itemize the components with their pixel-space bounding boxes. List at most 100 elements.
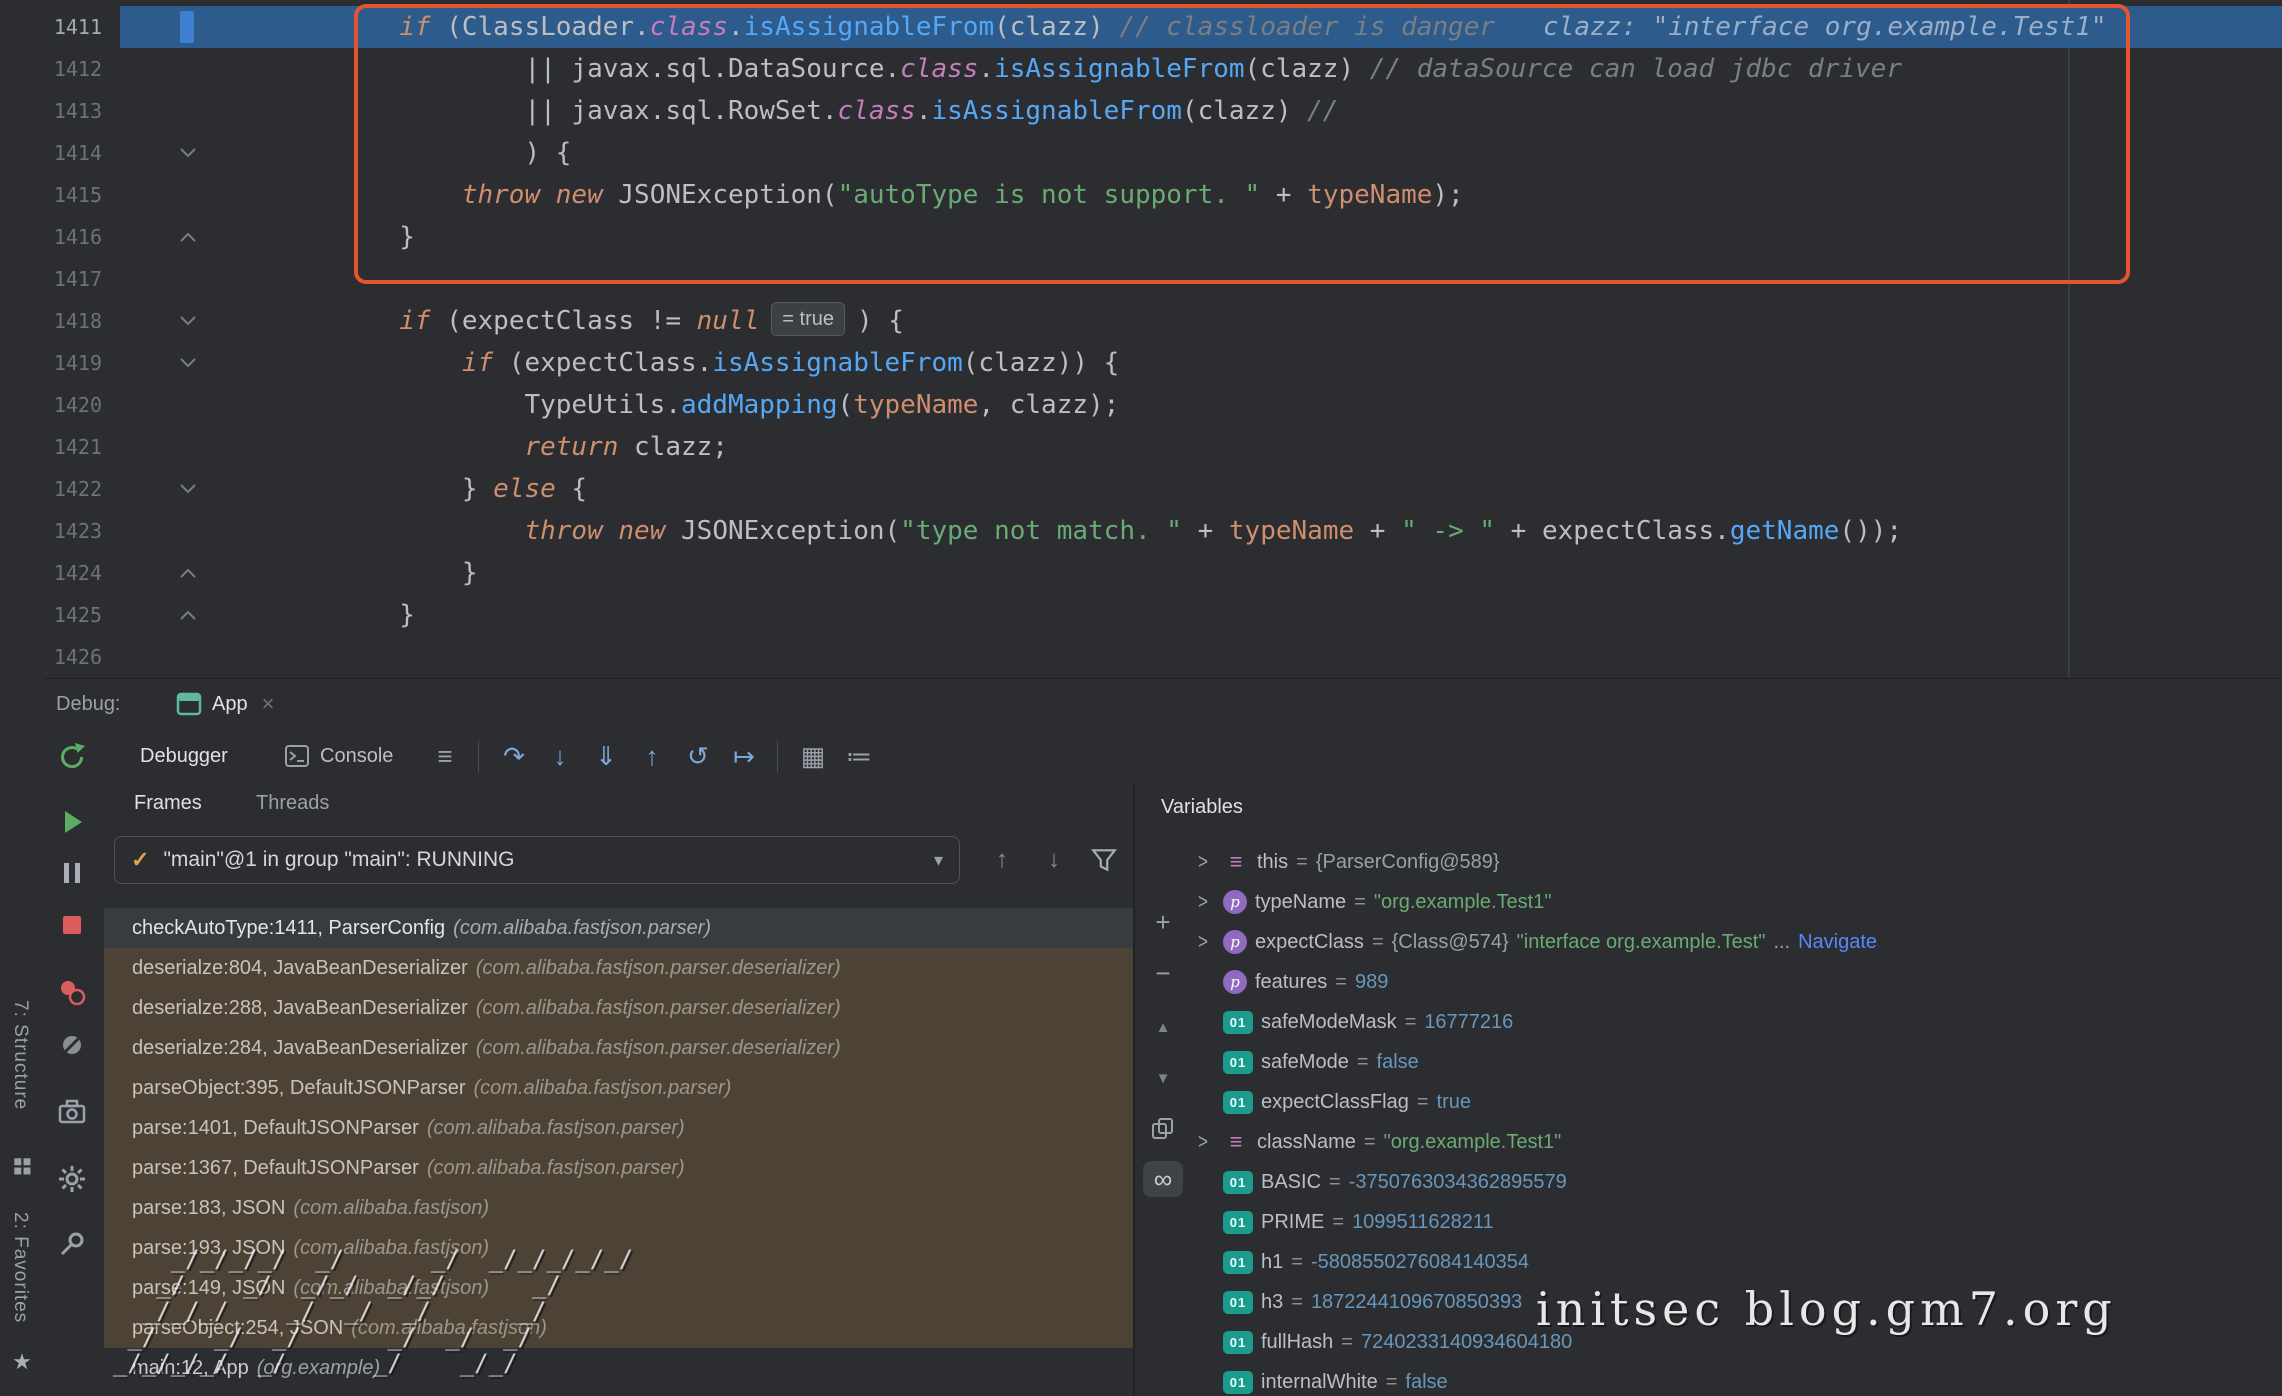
frame-row[interactable]: parse:1367, DefaultJSONParser(com.alibab… [104,1148,1133,1188]
expand-chevron-icon[interactable]: > [1191,1130,1215,1155]
variable-value: 16777216 [1424,1011,1513,1034]
sidebar-item-favorites[interactable]: 2: Favorites [9,1212,31,1323]
sidebar-item-structure[interactable]: 7: Structure [9,1000,31,1110]
frame-row[interactable]: main:12, App(org.example) [104,1348,1133,1388]
frame-row[interactable]: deserialze:804, JavaBeanDeserializer(com… [104,948,1133,988]
fold-up-icon[interactable] [166,552,210,594]
expand-chevron-icon[interactable]: > [1191,890,1215,915]
watches-toggle-icon[interactable]: ∞ [1143,1161,1183,1197]
pin-icon[interactable] [54,1226,90,1262]
frame-row[interactable]: parseObject:254, JSON(com.alibaba.fastjs… [104,1308,1133,1348]
line-number[interactable]: 1424 [44,552,102,594]
prev-frame-icon[interactable]: ↑ [980,836,1024,884]
frame-row[interactable]: parse:149, JSON(com.alibaba.fastjson) [104,1268,1133,1308]
fold-up-icon[interactable] [166,216,210,258]
tab-threads[interactable]: Threads [256,792,329,815]
variable-row[interactable]: 01safeMode = false [1191,1042,2282,1082]
line-number[interactable]: 1425 [44,594,102,636]
primitive-icon: 01 [1223,1291,1253,1314]
variable-row[interactable]: 01h1 = -5808550276084140354 [1191,1242,2282,1282]
line-number[interactable]: 1417 [44,258,102,300]
line-number[interactable]: 1426 [44,636,102,678]
variable-row[interactable]: >≡className = "org.example.Test1" [1191,1122,2282,1162]
line-number[interactable]: 1413 [44,90,102,132]
more-options-icon[interactable]: ≔ [836,741,882,772]
add-watch-icon[interactable]: + [1143,902,1183,942]
frame-row[interactable]: parse:183, JSON(com.alibaba.fastjson) [104,1188,1133,1228]
variable-row[interactable]: 01fullHash = 7240233140934604180 [1191,1322,2282,1362]
fold-down-icon[interactable] [166,468,210,510]
line-number[interactable]: 1414 [44,132,102,174]
navigate-link[interactable]: Navigate [1798,931,1877,954]
run-to-cursor-icon[interactable]: ↦ [721,741,767,772]
line-number[interactable]: 1415 [44,174,102,216]
step-into-icon[interactable]: ↓ [537,741,583,772]
variable-row[interactable]: 01expectClassFlag = true [1191,1082,2282,1122]
fold-down-icon[interactable] [166,342,210,384]
line-number[interactable]: 1412 [44,48,102,90]
scroll-down-icon[interactable]: ▼ [1143,1058,1183,1098]
favorites-star-icon[interactable]: ★ [8,1348,36,1376]
step-out-icon[interactable]: ↑ [629,741,675,772]
copy-stack-icon[interactable] [1143,1109,1183,1149]
frame-row[interactable]: deserialze:288, JavaBeanDeserializer(com… [104,988,1133,1028]
variable-row[interactable]: >ptypeName = "org.example.Test1" [1191,882,2282,922]
variable-row[interactable]: 01PRIME = 1099511628211 [1191,1202,2282,1242]
remove-watch-icon[interactable]: − [1143,953,1183,993]
resume-icon[interactable] [54,804,90,840]
frame-row[interactable]: parse:193, JSON(com.alibaba.fastjson) [104,1228,1133,1268]
line-number[interactable]: 1423 [44,510,102,552]
frame-row[interactable]: parseObject:395, DefaultJSONParser(com.a… [104,1068,1133,1108]
variable-row[interactable]: 01safeModeMask = 16777216 [1191,1002,2282,1042]
variable-row[interactable]: 01internalWhite = false [1191,1362,2282,1396]
line-number[interactable]: 1418 [44,300,102,342]
line-number[interactable]: 1416 [44,216,102,258]
close-icon[interactable]: × [262,691,275,717]
fold-down-icon[interactable] [166,300,210,342]
debug-tab-app[interactable]: App × [176,679,274,729]
pause-icon[interactable] [54,855,90,891]
frame-row[interactable]: parse:1401, DefaultJSONParser(com.alibab… [104,1108,1133,1148]
rerun-icon[interactable] [54,739,90,775]
tool-windows-icon[interactable] [8,1152,36,1180]
variable-row[interactable]: >≡this = {ParserConfig@589} [1191,842,2282,882]
line-number[interactable]: 1422 [44,468,102,510]
settings-gear-icon[interactable] [54,1161,90,1197]
camera-icon[interactable] [54,1094,90,1130]
code-text: return clazz; [274,426,2282,468]
step-over-icon[interactable]: ↷ [478,741,537,772]
line-number[interactable]: 1420 [44,384,102,426]
view-breakpoints-icon[interactable] [54,974,90,1010]
frame-row[interactable]: deserialze:284, JavaBeanDeserializer(com… [104,1028,1133,1068]
force-step-into-icon[interactable]: ⇓ [583,741,629,772]
filter-icon[interactable] [1090,846,1120,876]
line-number[interactable]: 1421 [44,426,102,468]
expand-chevron-icon[interactable]: > [1191,930,1215,955]
line-number[interactable]: 1411 [44,6,102,48]
frame-row[interactable]: checkAutoType:1411, ParserConfig(com.ali… [104,908,1133,948]
code-line: 1424 } [44,552,2282,594]
evaluate-expression-icon[interactable]: ▦ [777,741,836,772]
line-number[interactable]: 1419 [44,342,102,384]
thread-selector[interactable]: ✓ "main"@1 in group "main": RUNNING ▾ [114,836,960,884]
variable-value: 1099511628211 [1352,1211,1494,1234]
fold-down-icon[interactable] [166,132,210,174]
tab-console[interactable]: Console [284,728,393,784]
variable-row[interactable]: >pexpectClass = {Class@574} "interface o… [1191,922,2282,962]
stop-icon[interactable] [54,907,90,943]
debug-label: Debug: [56,679,121,729]
layout-settings-icon[interactable]: ≡ [422,741,468,772]
tab-debugger[interactable]: Debugger [140,728,228,784]
scroll-up-icon[interactable]: ▲ [1143,1007,1183,1047]
variable-row[interactable]: 01h3 = 1872244109670850393 [1191,1282,2282,1322]
reset-frame-icon[interactable]: ↺ [675,741,721,772]
next-frame-icon[interactable]: ↓ [1032,836,1076,884]
inline-eval-chip: = true [771,302,845,336]
mute-breakpoints-icon[interactable] [54,1027,90,1063]
expand-chevron-icon[interactable]: > [1191,850,1215,875]
fold-up-icon[interactable] [166,594,210,636]
code-editor[interactable]: 1411 if (ClassLoader.class.isAssignableF… [44,0,2282,678]
variable-row[interactable]: pfeatures = 989 [1191,962,2282,1002]
variable-row[interactable]: 01BASIC = -3750763034362895579 [1191,1162,2282,1202]
tab-frames[interactable]: Frames [134,792,202,815]
